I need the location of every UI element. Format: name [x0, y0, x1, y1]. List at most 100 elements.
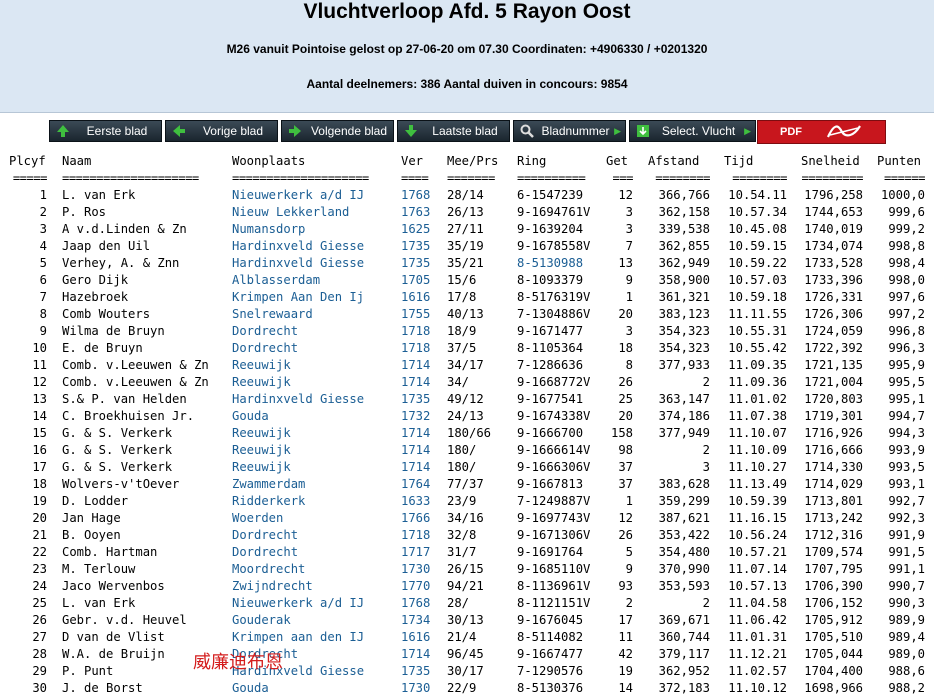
cell-woonplaats[interactable]: Reeuwijk	[232, 374, 397, 391]
cell-snelheid: 1733,396	[804, 273, 863, 287]
cell-snelheid: 1734,074	[804, 239, 863, 253]
cell-woonplaats[interactable]: Snelrewaard	[232, 306, 397, 323]
cell-tijd: 11.11.55	[728, 307, 787, 321]
cell-woonplaats[interactable]: Nieuw Lekkerland	[232, 204, 397, 221]
pdf-button[interactable]: PDF	[757, 120, 886, 144]
cell-woonplaats[interactable]: Gouda	[232, 408, 397, 425]
cell-mee-prs: 180/66	[447, 426, 492, 440]
cell-tijd: 10.57.34	[728, 205, 787, 219]
cell-woonplaats[interactable]: Reeuwijk	[232, 357, 397, 374]
cell-punten: 991,1	[888, 562, 925, 576]
cell-mee-prs: 94/21	[447, 579, 484, 593]
cell-woonplaats: ====================	[232, 171, 369, 185]
cell-naam: P. Ros	[62, 205, 107, 219]
next-page-button[interactable]: Volgende blad	[281, 120, 394, 142]
cell-snelheid: 1713,242	[804, 511, 863, 525]
table-row: 30 J. de Borst Gouda 1730 22/9 8-5130376 14 372…	[0, 680, 934, 697]
first-page-button[interactable]: Eerste blad	[49, 120, 162, 142]
next-page-label: Volgende blad	[310, 124, 388, 138]
cell-snelheid: 1720,803	[804, 392, 863, 406]
cell-woonplaats[interactable]: Hardinxveld Giesse	[232, 255, 397, 272]
cell-woonplaats[interactable]: Reeuwijk	[232, 442, 397, 459]
cell-snelheid: 1721,004	[804, 375, 863, 389]
cell-tijd: 10.56.24	[728, 528, 787, 542]
cell-afstand: 354,323	[658, 341, 710, 355]
select-flight-button[interactable]: Select. Vlucht ▶	[629, 120, 756, 142]
cell-ring: 9-1671477	[517, 324, 584, 338]
cell-woonplaats[interactable]: Zwammerdam	[232, 476, 397, 493]
cell-snelheid: 1714,330	[804, 460, 863, 474]
cell-naam: G. & S. Verkerk	[62, 443, 173, 457]
cell-mee-prs: 30/13	[447, 613, 484, 627]
cell-punten: 990,3	[888, 596, 925, 610]
cell-woonplaats[interactable]: Nieuwerkerk a/d IJ	[232, 595, 397, 612]
last-page-button[interactable]: Laatste blad	[397, 120, 510, 142]
cell-woonplaats[interactable]: Dordrecht	[232, 527, 397, 544]
table-row: 6 Gero Dijk Alblasserdam 1705 15/6 8-1093379 9…	[0, 272, 934, 289]
cell-tijd: 10.57.03	[728, 273, 787, 287]
cell-ver: 1616	[401, 290, 431, 304]
cell-naam: Comb. Hartman	[62, 545, 158, 559]
cell-punten: 991,9	[888, 528, 925, 542]
cell-woonplaats[interactable]: Nieuwerkerk a/d IJ	[232, 187, 397, 204]
cell-ver: 1714	[401, 375, 431, 389]
cell-woonplaats[interactable]: Alblasserdam	[232, 272, 397, 289]
cell-woonplaats[interactable]: Moordrecht	[232, 561, 397, 578]
cell-woonplaats[interactable]: Krimpen aan den IJ	[232, 629, 397, 646]
cell-snelheid: 1719,301	[804, 409, 863, 423]
cell-plcyf: 25	[32, 596, 47, 610]
cell-mee-prs: 180/	[447, 460, 477, 474]
cell-ring: 8-1121151V	[517, 596, 591, 610]
cell-afstand: 2	[702, 596, 710, 610]
cell-ring: 9-1639204	[517, 222, 584, 236]
first-page-label: Eerste blad	[86, 124, 148, 138]
cell-punten: 993,9	[888, 443, 925, 457]
cell-woonplaats[interactable]: Hardinxveld Giesse	[232, 238, 397, 255]
cell-ver: 1625	[401, 222, 431, 236]
cell-ver: 1714	[401, 358, 431, 372]
cell-woonplaats[interactable]: Dordrecht	[232, 323, 397, 340]
cell-tijd: Tijd	[724, 154, 754, 168]
cell-woonplaats[interactable]: Woerden	[232, 510, 397, 527]
cell-plcyf: 19	[32, 494, 47, 508]
cell-ring: 7-1304886V	[517, 307, 591, 321]
cell-tijd: 10.59.15	[728, 239, 787, 253]
cell-ver: 1714	[401, 647, 431, 661]
cell-woonplaats[interactable]: Krimpen Aan Den Ij	[232, 289, 397, 306]
go-arrow-icon: ▶	[744, 126, 751, 136]
cell-tijd: 11.10.07	[728, 426, 787, 440]
cell-snelheid: 1726,331	[804, 290, 863, 304]
cell-get: 5	[625, 545, 633, 559]
cell-woonplaats[interactable]: Ridderkerk	[232, 493, 397, 510]
cell-punten: 999,2	[888, 222, 925, 236]
cell-woonplaats[interactable]: Gouda	[232, 680, 397, 697]
cell-woonplaats[interactable]: Dordrecht	[232, 544, 397, 561]
table-row: 20 Jan Hage Woerden 1766 34/16 9-1697743V 12 38…	[0, 510, 934, 527]
cell-ring: 9-1671306V	[517, 528, 591, 542]
cell-ring: 9-1676045	[517, 613, 584, 627]
cell-woonplaats[interactable]: Gouderak	[232, 612, 397, 629]
table-row: 19 D. Lodder Ridderkerk 1633 23/9 7-1249887V 1…	[0, 493, 934, 510]
previous-page-button[interactable]: Vorige blad	[165, 120, 278, 142]
table-row: 11 Comb. v.Leeuwen & Zn Reeuwijk 1714 34/17 7…	[0, 357, 934, 374]
cell-woonplaats[interactable]: Dordrecht	[232, 340, 397, 357]
cell-afstand: 377,933	[658, 358, 710, 372]
pdf-label: PDF	[780, 126, 802, 138]
cell-woonplaats[interactable]: Numansdorp	[232, 221, 397, 238]
cell-naam: Wilma de Bruyn	[62, 324, 165, 338]
cell-get: 9	[625, 562, 633, 576]
cell-snelheid: 1744,653	[804, 205, 863, 219]
cell-woonplaats[interactable]: Reeuwijk	[232, 425, 397, 442]
cell-punten: 991,5	[888, 545, 925, 559]
cell-afstand: 2	[702, 443, 710, 457]
cell-naam: G. & S. Verkerk	[62, 460, 173, 474]
page-number-button[interactable]: Bladnummer ▶	[513, 120, 626, 142]
cell-woonplaats[interactable]: Reeuwijk	[232, 459, 397, 476]
cell-ring: 9-1685110V	[517, 562, 591, 576]
cell-woonplaats[interactable]: Hardinxveld Giesse	[232, 391, 397, 408]
cell-afstand: 377,949	[658, 426, 710, 440]
cell-woonplaats[interactable]: Zwijndrecht	[232, 578, 397, 595]
cell-plcyf: 15	[32, 426, 47, 440]
cell-mee-prs: 32/8	[447, 528, 477, 542]
cell-ring: 9-1691764	[517, 545, 584, 559]
